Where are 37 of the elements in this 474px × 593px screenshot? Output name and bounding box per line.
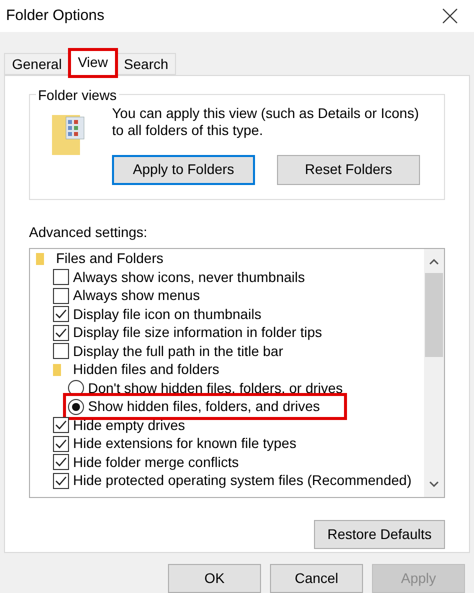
restore-defaults-button[interactable]: Restore Defaults <box>314 520 445 549</box>
advanced-settings-label: Advanced settings: <box>29 222 148 242</box>
description-text: You can apply this view (such as Details or Icons) to all folders of this type. <box>112 104 420 139</box>
checkbox-option[interactable]: Display file size information in folder tips <box>53 322 322 344</box>
folder-icon <box>52 114 86 155</box>
window-title: Folder Options <box>6 6 104 26</box>
tab[interactable]: View <box>70 50 116 76</box>
tab[interactable]: General <box>4 52 70 75</box>
check-icon <box>55 438 67 449</box>
checkbox-option[interactable]: Display the full path in the title bar <box>53 340 284 362</box>
check-icon <box>55 420 67 430</box>
checkbox-option[interactable]: Hide extensions for known file types <box>53 433 296 454</box>
checkbox-option[interactable]: Hide empty drives <box>53 414 186 436</box>
tab[interactable]: Search <box>116 52 176 75</box>
checkbox-option[interactable]: Hide protected operating system files (Recommended) <box>53 470 412 492</box>
folder-view-button[interactable]: Reset Folders <box>277 154 420 185</box>
scroll-up-icon <box>429 258 439 265</box>
checkbox-option[interactable]: Always show icons, never thumbnails <box>53 266 305 288</box>
dialog-button[interactable]: Cancel <box>270 564 363 593</box>
checkbox-option[interactable]: Always show menus <box>53 285 200 306</box>
folder-icon <box>36 252 44 265</box>
folder-view-button[interactable]: Apply to Folders <box>112 154 255 185</box>
checkbox-option[interactable]: Hide folder merge conflicts <box>53 452 239 473</box>
check-icon <box>55 457 67 468</box>
scroll-down-icon <box>429 480 439 487</box>
scrollbar[interactable] <box>424 248 444 497</box>
check-icon <box>55 476 67 486</box>
folder-icon <box>53 364 61 376</box>
radio-option[interactable]: Show hidden files, folders, and drives <box>66 396 344 418</box>
group-label: Files and Folders <box>56 249 164 268</box>
group-label: Hidden files and folders <box>73 360 220 380</box>
radio-option[interactable]: Don't show hidden files, folders, or drives <box>66 378 367 399</box>
dialog-button[interactable]: OK <box>168 564 261 593</box>
close-icon <box>442 8 458 24</box>
check-icon <box>55 309 67 320</box>
checkbox-option[interactable]: Display file icon on thumbnails <box>53 304 262 325</box>
check-icon <box>55 328 67 338</box>
